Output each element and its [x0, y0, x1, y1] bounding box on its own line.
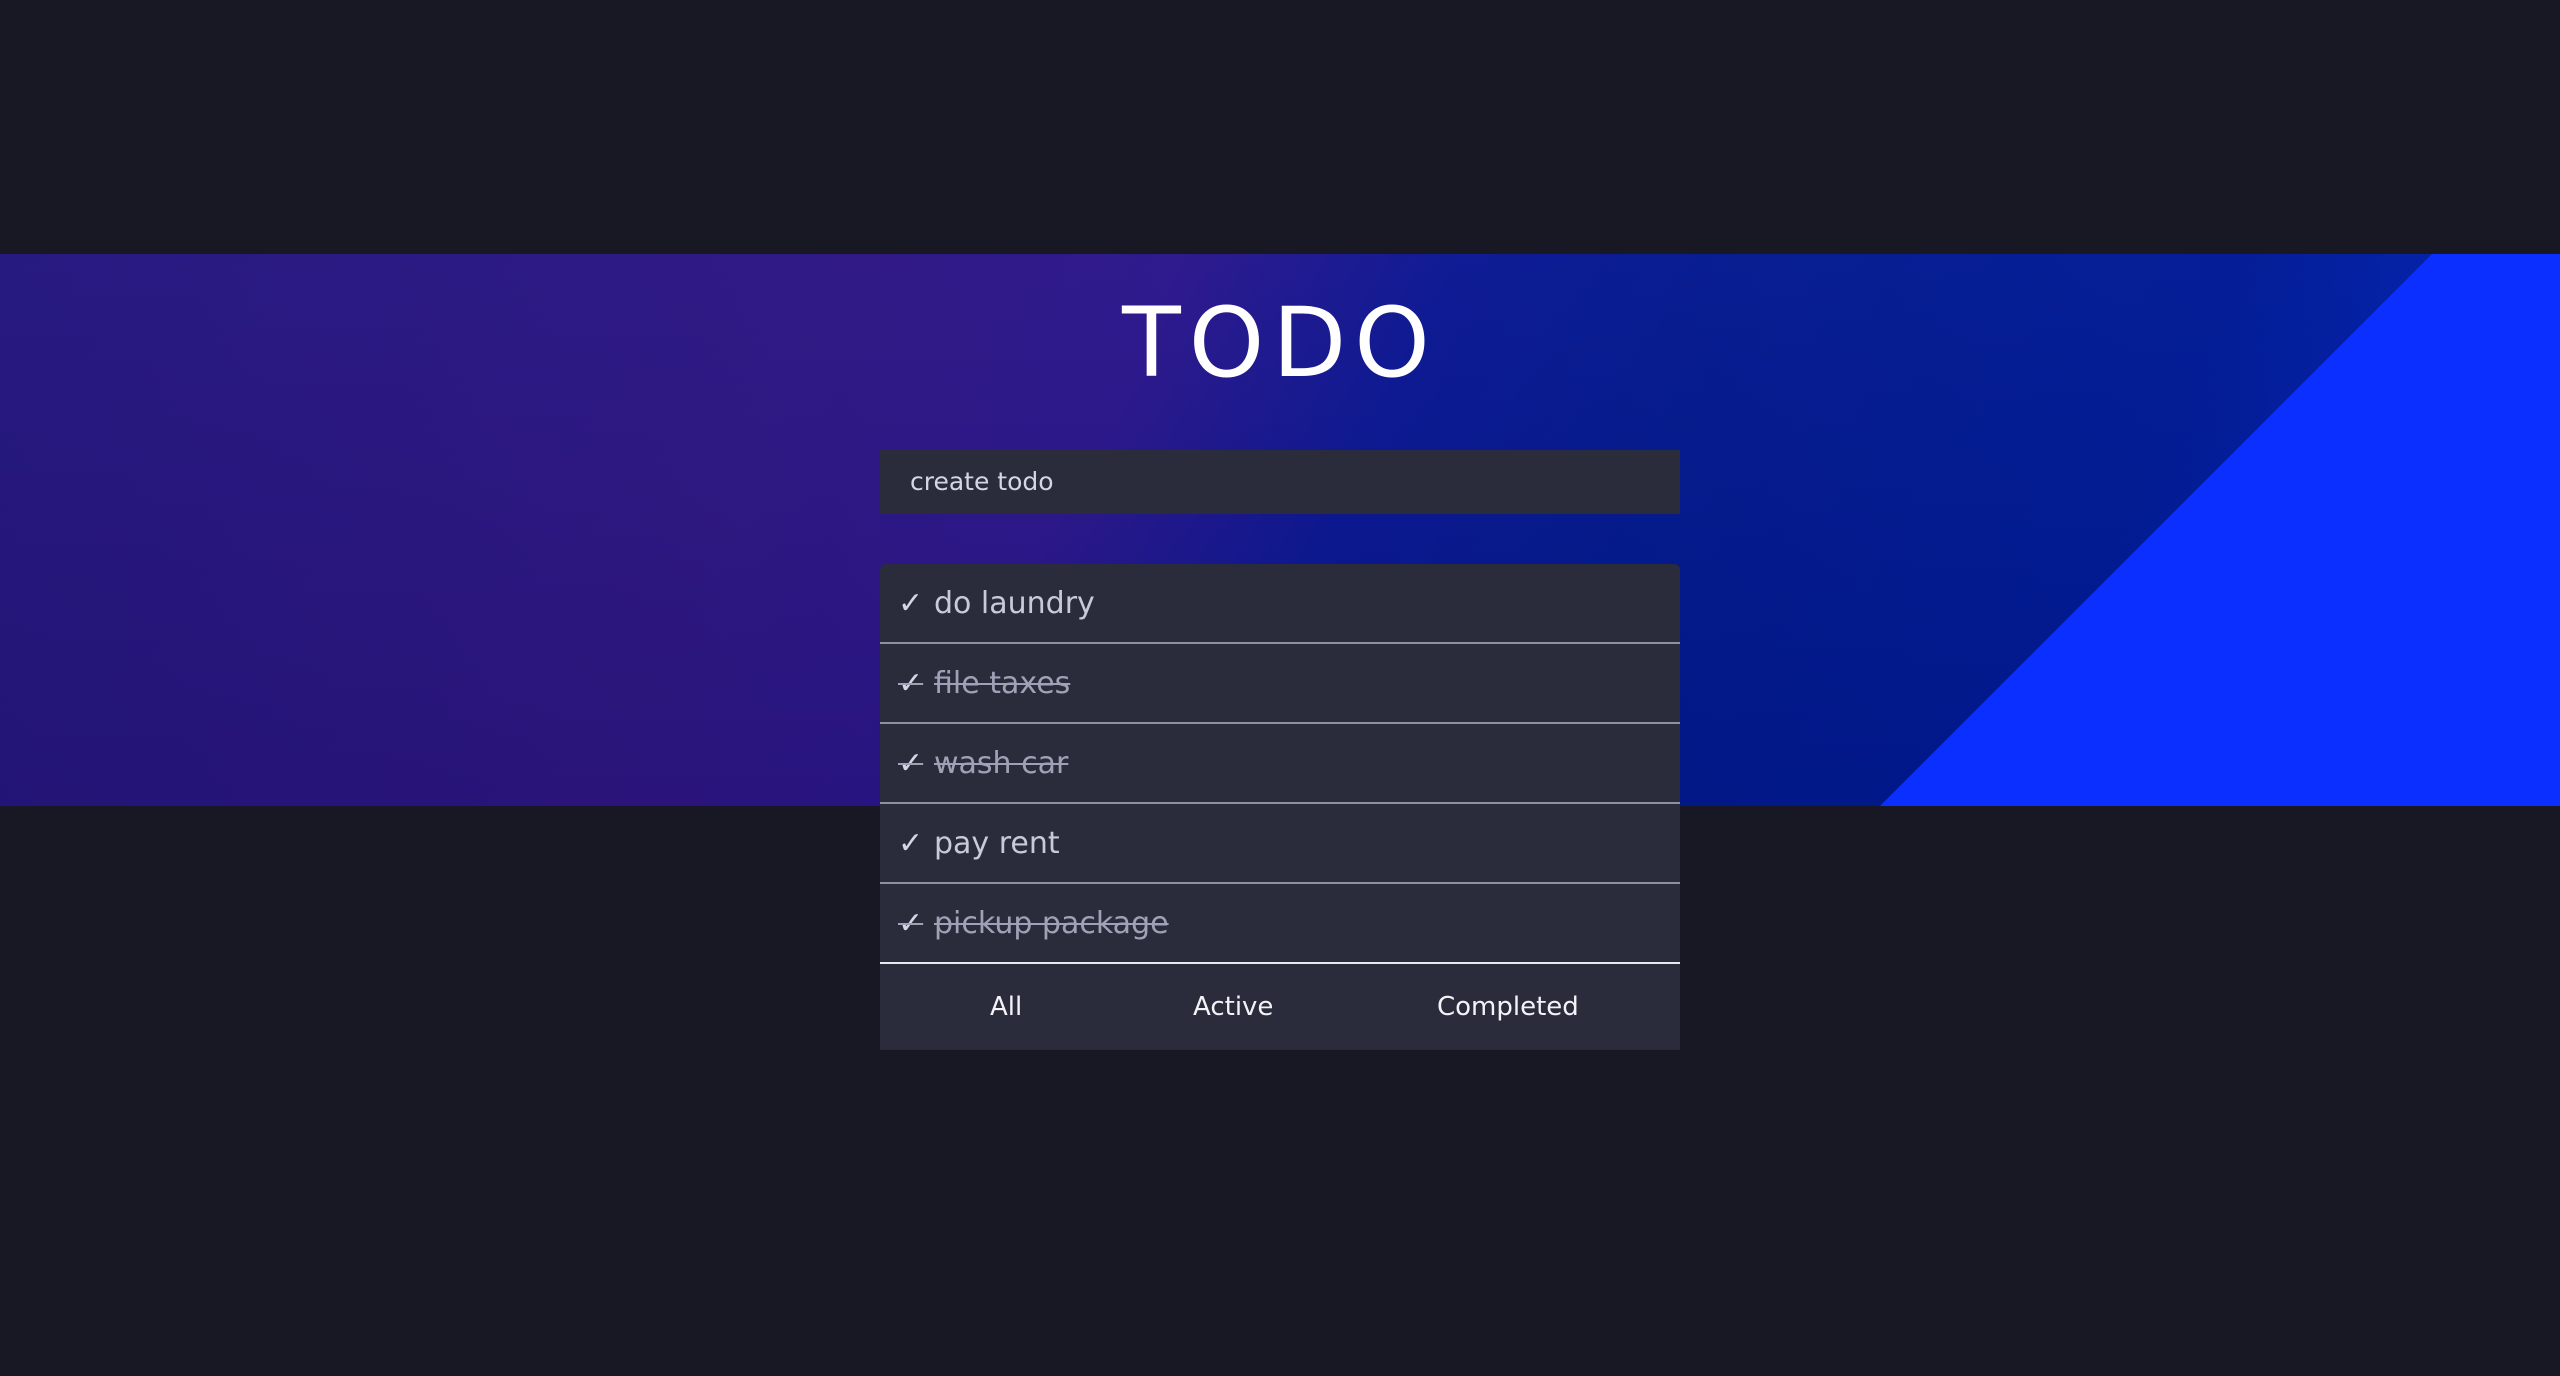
todo-item-wash-car[interactable]: ✓ wash car: [880, 724, 1680, 804]
todo-item-content: ✓ file taxes: [898, 666, 1070, 701]
todo-item-content: ✓ do laundry: [898, 586, 1095, 621]
todo-item-content: ✓ pickup package: [898, 906, 1169, 941]
filter-completed-button[interactable]: Completed: [1437, 964, 1579, 1050]
todo-item-pickup-package[interactable]: ✓ pickup package: [880, 884, 1680, 964]
todo-item-label: do laundry: [934, 585, 1095, 621]
create-todo-input[interactable]: create todo: [880, 450, 1680, 514]
filter-bar: All Active Completed: [880, 964, 1680, 1050]
app-title: TODO: [1122, 287, 1438, 399]
app-window: TODO create todo ✓ do laundry ✓ file tax…: [0, 0, 2560, 1376]
todo-item-label: wash car: [934, 745, 1069, 781]
check-icon[interactable]: ✓: [898, 666, 934, 701]
todo-list: ✓ do laundry ✓ file taxes ✓ wash car ✓ p…: [880, 564, 1680, 964]
todo-item-content: ✓ pay rent: [898, 826, 1060, 861]
check-icon[interactable]: ✓: [898, 746, 934, 781]
todo-item-pay-rent[interactable]: ✓ pay rent: [880, 804, 1680, 884]
todo-item-do-laundry[interactable]: ✓ do laundry: [880, 564, 1680, 644]
filter-active-button[interactable]: Active: [1193, 964, 1273, 1050]
filter-all-button[interactable]: All: [990, 964, 1022, 1050]
check-icon[interactable]: ✓: [898, 826, 934, 861]
todo-item-label: pickup package: [934, 905, 1169, 941]
check-icon[interactable]: ✓: [898, 586, 934, 621]
todo-item-label: pay rent: [934, 825, 1060, 861]
check-icon[interactable]: ✓: [898, 906, 934, 941]
todo-item-label: file taxes: [934, 665, 1071, 701]
todo-item-file-taxes[interactable]: ✓ file taxes: [880, 644, 1680, 724]
todo-item-content: ✓ wash car: [898, 746, 1068, 781]
